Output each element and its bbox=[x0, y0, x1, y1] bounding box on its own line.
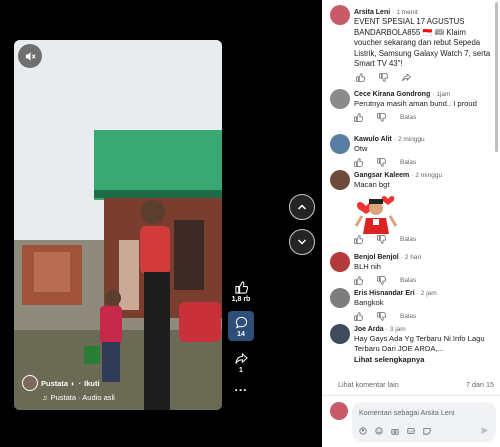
emoji-icon[interactable] bbox=[375, 426, 383, 435]
avatar[interactable] bbox=[330, 288, 350, 308]
comment-input[interactable]: Komentari sebagai Arsita Leni GIF bbox=[352, 402, 496, 442]
view-more-comments-link[interactable]: Lihat komentar lain bbox=[338, 380, 399, 389]
comment-text: Otw bbox=[354, 144, 368, 153]
svg-text:GIF: GIF bbox=[409, 429, 414, 433]
previous-video-button[interactable] bbox=[289, 194, 315, 220]
comment-count-label: 7 dari 15 bbox=[466, 380, 494, 389]
thumbs-up-icon[interactable] bbox=[354, 235, 363, 244]
gif-icon[interactable]: GIF bbox=[407, 427, 415, 435]
thumbs-up-icon[interactable] bbox=[356, 72, 365, 82]
comment-text: Hay Gays Ada Yg Terbaru Ni Info Lagu Ter… bbox=[354, 334, 485, 353]
comment-item: Gangsar Kaleem · 2 minggu Macan bgt Bala… bbox=[330, 170, 494, 244]
like-action[interactable]: 1,8 rb bbox=[231, 278, 251, 303]
account-name[interactable]: Pustata bbox=[41, 379, 68, 388]
thumbs-down-icon[interactable] bbox=[377, 276, 386, 285]
comment-author[interactable]: Gangsar Kaleem bbox=[354, 172, 409, 179]
comment-input-placeholder: Komentari sebagai Arsita Leni bbox=[359, 408, 455, 417]
comment-time: 2 jam bbox=[420, 290, 437, 297]
comment-item: Joe Arda · 3 jam Hay Gays Ada Yg Terbaru… bbox=[330, 324, 494, 365]
video-scene bbox=[14, 40, 222, 410]
thumbs-down-icon[interactable] bbox=[377, 113, 386, 122]
send-icon[interactable] bbox=[480, 426, 489, 435]
comment-author[interactable]: Kawulo Alit bbox=[354, 136, 392, 143]
comment-item: Kawulo Alit · 2 minggu Otw Balas bbox=[330, 134, 494, 167]
comment-text: EVENT SPESIAL 17 AGUSTUS BANDARBOLA855 🇮… bbox=[354, 17, 491, 68]
comment-action[interactable]: 14 bbox=[228, 311, 254, 341]
avatar[interactable] bbox=[330, 170, 350, 190]
scrollbar[interactable] bbox=[495, 2, 498, 152]
follow-button[interactable]: Ikuti bbox=[84, 379, 99, 388]
comment-author[interactable]: Joe Arda bbox=[354, 326, 384, 333]
comment-item: Eris Hisnandar Eri · 2 jam Bangkok Balas bbox=[330, 288, 494, 321]
comment-text: Perutnya masih aman bund.. I proud bbox=[354, 99, 477, 108]
comment-time: 2 minggu bbox=[415, 172, 443, 179]
avatar bbox=[330, 402, 348, 420]
comment-time: 1 menit bbox=[396, 9, 418, 16]
avatar[interactable] bbox=[330, 134, 350, 154]
comment-item: Cece Kirana Gondrong · 1jam Perutnya mas… bbox=[330, 89, 494, 122]
video-frame[interactable] bbox=[14, 40, 222, 410]
speaker-muted-icon bbox=[25, 51, 36, 61]
comment-author[interactable]: Benjol Benjol bbox=[354, 254, 399, 261]
mute-button[interactable] bbox=[18, 44, 42, 68]
verified-icon: ◐ bbox=[71, 378, 76, 388]
comments-panel: Arsita Leni · 1 menit EVENT SPESIAL 17 A… bbox=[322, 0, 500, 447]
comment-author[interactable]: Cece Kirana Gondrong bbox=[354, 91, 430, 98]
thumbs-down-icon[interactable] bbox=[377, 235, 386, 244]
sticker-icon[interactable] bbox=[423, 427, 431, 435]
camera-icon[interactable] bbox=[391, 427, 399, 435]
comment-author[interactable]: Arsita Leni bbox=[354, 9, 390, 16]
comment-time: 2 minggu bbox=[397, 136, 425, 143]
reply-link[interactable]: Balas bbox=[400, 236, 416, 243]
video-meta: Pustata ◐ · Ikuti ♫ Pustata · Audio asli bbox=[22, 375, 115, 402]
thumbs-down-icon[interactable] bbox=[377, 158, 386, 167]
thumbs-up-icon bbox=[234, 280, 248, 294]
avatar[interactable] bbox=[330, 252, 350, 272]
comment-text: BLH nih bbox=[354, 262, 382, 271]
share-count: 1 bbox=[239, 367, 243, 374]
reply-link[interactable]: Balas bbox=[400, 313, 416, 320]
comment-text: Macan bgt bbox=[354, 180, 390, 189]
comment-text: Bangkok bbox=[354, 298, 384, 307]
thumbs-down-icon[interactable] bbox=[379, 72, 388, 82]
avatar[interactable] bbox=[330, 324, 350, 344]
video-actions: 1,8 rb 14 1 ... bbox=[228, 278, 254, 394]
music-note-icon: ♫ bbox=[42, 393, 48, 402]
chevron-up-icon bbox=[297, 204, 307, 210]
avatar[interactable] bbox=[330, 89, 350, 109]
share-action[interactable]: 1 bbox=[232, 349, 250, 374]
share-arrow-icon[interactable] bbox=[402, 72, 411, 82]
account-avatar[interactable] bbox=[22, 375, 38, 391]
comment-bubble-icon bbox=[235, 316, 247, 328]
see-more-link[interactable]: Lihat selengkapnya bbox=[354, 355, 494, 365]
more-options-icon[interactable]: ... bbox=[234, 380, 247, 394]
share-arrow-icon bbox=[234, 352, 248, 364]
video-viewer: Pustata ◐ · Ikuti ♫ Pustata · Audio asli… bbox=[0, 0, 322, 447]
thumbs-up-icon[interactable] bbox=[354, 312, 363, 321]
thumbs-up-icon[interactable] bbox=[354, 158, 363, 167]
next-video-button[interactable] bbox=[289, 229, 315, 255]
divider bbox=[322, 395, 500, 396]
featured-comment: Arsita Leni · 1 menit EVENT SPESIAL 17 A… bbox=[330, 5, 494, 82]
comment-time: 2 hari bbox=[404, 254, 422, 261]
chevron-down-icon bbox=[297, 239, 307, 245]
comment-author[interactable]: Eris Hisnandar Eri bbox=[354, 290, 415, 297]
comment-item: Benjol Benjol · 2 hari BLH nih Balas bbox=[330, 252, 494, 285]
reply-link[interactable]: Balas bbox=[400, 114, 416, 121]
sticker-image bbox=[354, 192, 398, 234]
comment-composer: Komentari sebagai Arsita Leni GIF bbox=[330, 402, 496, 442]
thumbs-up-icon[interactable] bbox=[354, 276, 363, 285]
avatar-sticker-icon[interactable] bbox=[359, 426, 367, 435]
thumbs-down-icon[interactable] bbox=[377, 312, 386, 321]
reply-link[interactable]: Balas bbox=[400, 159, 416, 166]
avatar[interactable] bbox=[330, 5, 350, 25]
thumbs-up-icon[interactable] bbox=[354, 113, 363, 122]
comment-count: 14 bbox=[237, 331, 245, 338]
reply-link[interactable]: Balas bbox=[400, 277, 416, 284]
comment-time: 1jam bbox=[436, 91, 451, 98]
comment-time: 3 jam bbox=[389, 326, 406, 333]
comments-footer: Lihat komentar lain 7 dari 15 bbox=[338, 380, 494, 389]
audio-label[interactable]: Pustata · Audio asli bbox=[51, 393, 115, 402]
like-count: 1,8 rb bbox=[231, 296, 251, 303]
